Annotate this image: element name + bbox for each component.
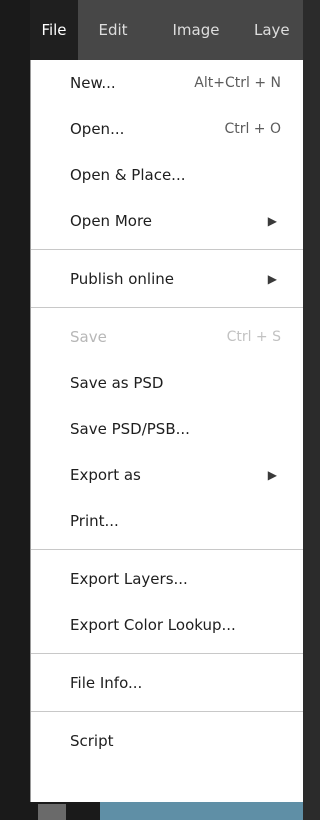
left-toolbar-edge [0, 0, 30, 820]
menu-item-export-color-lookup-label: Export Color Lookup... [70, 616, 236, 634]
menu-item-open-label: Open... [70, 120, 125, 138]
menu-item-export-as[interactable]: Export as ▶ [31, 452, 303, 498]
menu-item-open-place[interactable]: Open & Place... [31, 152, 303, 198]
menu-item-script[interactable]: Script [31, 718, 303, 764]
menu-item-print[interactable]: Print... [31, 498, 303, 544]
menu-item-save-psd-psb-label: Save PSD/PSB... [70, 420, 190, 438]
menu-item-export-layers[interactable]: Export Layers... [31, 556, 303, 602]
menu-item-save-as-psd[interactable]: Save as PSD [31, 360, 303, 406]
menubar-layer[interactable]: Laye [254, 0, 303, 60]
submenu-arrow-icon: ▶ [267, 272, 277, 286]
menu-item-export-layers-label: Export Layers... [70, 570, 188, 588]
menu-item-save-as-psd-label: Save as PSD [70, 374, 164, 392]
menu-item-publish-online-label: Publish online [70, 270, 174, 288]
menubar-file[interactable]: File [30, 0, 78, 60]
menu-item-save-psd-psb[interactable]: Save PSD/PSB... [31, 406, 303, 452]
menu-item-open-more-label: Open More [70, 212, 153, 230]
menu-item-open-shortcut: Ctrl + O [224, 121, 281, 137]
panel-thumbnail [38, 804, 66, 820]
menu-item-save-shortcut: Ctrl + S [226, 329, 281, 345]
menu-divider [31, 653, 303, 654]
menu-item-new-shortcut: Alt+Ctrl + N [194, 75, 281, 91]
menu-item-file-info-label: File Info... [70, 674, 143, 692]
menu-divider [31, 711, 303, 712]
menu-item-save-label: Save [70, 328, 107, 346]
submenu-arrow-icon: ▶ [267, 214, 277, 228]
menu-item-file-info[interactable]: File Info... [31, 660, 303, 706]
menu-item-export-as-label: Export as [70, 466, 141, 484]
menu-item-publish-online[interactable]: Publish online ▶ [31, 256, 303, 302]
menu-divider [31, 549, 303, 550]
canvas-preview [100, 802, 303, 820]
menu-item-new-label: New... [70, 74, 116, 92]
submenu-arrow-icon: ▶ [267, 468, 277, 482]
menu-item-open[interactable]: Open... Ctrl + O [31, 106, 303, 152]
menu-item-save: Save Ctrl + S [31, 314, 303, 360]
menu-divider [31, 249, 303, 250]
menu-divider [31, 307, 303, 308]
menu-item-print-label: Print... [70, 512, 119, 530]
menu-item-script-label: Script [70, 732, 114, 750]
menubar-image[interactable]: Image [162, 0, 230, 60]
file-menu-dropdown: New... Alt+Ctrl + N Open... Ctrl + O Ope… [30, 60, 303, 802]
menu-item-open-more[interactable]: Open More ▶ [31, 198, 303, 244]
menu-item-open-place-label: Open & Place... [70, 166, 186, 184]
menu-item-export-color-lookup[interactable]: Export Color Lookup... [31, 602, 303, 648]
canvas-area-edge [30, 802, 303, 820]
menu-item-new[interactable]: New... Alt+Ctrl + N [31, 60, 303, 106]
menubar: File Edit Image Laye [30, 0, 303, 60]
menubar-edit[interactable]: Edit [88, 0, 138, 60]
